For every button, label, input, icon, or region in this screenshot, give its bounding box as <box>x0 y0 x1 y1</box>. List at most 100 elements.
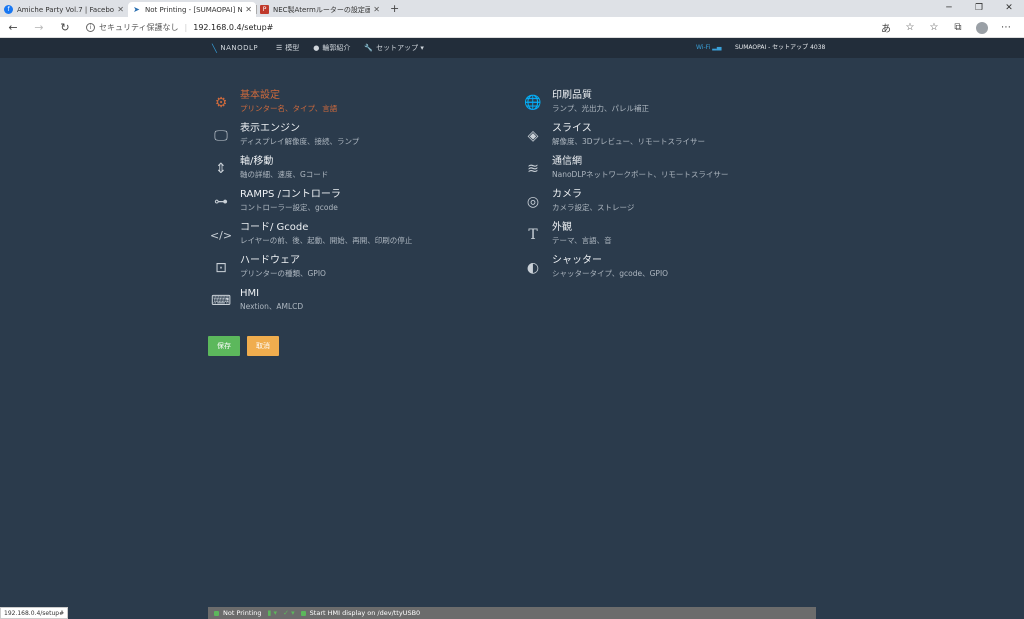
translate-icon[interactable]: あ <box>874 20 898 35</box>
setting-subtitle: 解像度、3Dプレビュー、リモートスライサー <box>552 137 705 146</box>
url-field[interactable]: i セキュリティ保護なし | 192.168.0.4/setup# <box>86 22 273 33</box>
menu-item-setup[interactable]: 🔧 セットアップ ▾ <box>364 43 423 53</box>
contrast-icon: ◐ <box>526 260 540 276</box>
setting-title: 基本設定 <box>240 90 280 101</box>
gear-icon: ⚙ <box>214 95 228 111</box>
setting-title: 通信網 <box>552 156 582 167</box>
setting-subtitle: シャッタータイプ、gcode、GPIO <box>552 269 669 278</box>
menu-item-profiles[interactable]: ● 輪郭紹介 <box>313 43 350 53</box>
setting-title: カメラ <box>552 189 582 200</box>
close-tab-icon[interactable]: ✕ <box>373 5 380 14</box>
brand-name: NANODLP <box>220 44 259 52</box>
setting-subtitle: ディスプレイ解像度、接続、ランプ <box>240 137 360 146</box>
setting-subtitle: NanoDLPネットワークポート、リモートスライサー <box>552 170 729 179</box>
setting-title: ハードウェア <box>240 255 300 266</box>
setting-subtitle: コントローラー設定、gcode <box>240 203 338 212</box>
url-separator: | <box>184 22 188 32</box>
star-icon[interactable]: ☆ <box>898 22 922 33</box>
setting-axis[interactable]: ⇕ 軸/移動 軸の詳細、速度、Gコード <box>210 156 510 186</box>
status-footer: Not Printing ▮ ▾ ✓ ▾ Start HMI display o… <box>208 607 816 619</box>
info-icon[interactable]: i <box>86 22 95 32</box>
close-tab-icon[interactable]: ✕ <box>245 5 252 14</box>
browser-tab-aterm[interactable]: P NEC製Atermルーターの設定画面 ✕ <box>256 2 384 17</box>
tab-title: Not Printing - [SUMAOPAI] Nano <box>145 5 243 14</box>
setting-ramps[interactable]: ⊶ RAMPS /コントローラ コントローラー設定、gcode <box>210 189 510 219</box>
chip-icon: ⊡ <box>215 260 227 276</box>
wifi-indicator[interactable]: Wi-Fi ▂▄ <box>696 38 721 58</box>
refresh-icon[interactable]: ↻ <box>52 21 78 34</box>
setting-subtitle: カメラ設定、ストレージ <box>552 203 635 212</box>
layers-icon: ◈ <box>527 128 539 144</box>
setting-subtitle: プリンターの種類、GPIO <box>240 269 326 278</box>
avatar[interactable] <box>976 21 988 34</box>
battery-icon: ▮ ▾ <box>267 609 278 617</box>
drop-icon: ● <box>313 44 320 52</box>
message-dot-icon <box>300 610 306 616</box>
browser-tab-facebook[interactable]: f Amiche Party Vol.7 | Facebook ✕ <box>0 2 128 17</box>
favorites-icon[interactable]: ☆ <box>922 22 946 33</box>
setting-display-engine[interactable]: 🖵 表示エンジン ディスプレイ解像度、接続、ランプ <box>210 123 510 153</box>
setting-hardware[interactable]: ⊡ ハードウェアプリンターの種類、GPIO <box>210 255 510 285</box>
address-bar: ← → ↻ i セキュリティ保護なし | 192.168.0.4/setup# … <box>0 17 1024 38</box>
forward-icon[interactable]: → <box>26 21 52 34</box>
camera-icon: ◎ <box>526 194 540 210</box>
aterm-icon: P <box>260 5 269 14</box>
new-tab-button[interactable]: + <box>390 2 399 17</box>
main-menu: ☰ 模型 ● 輪郭紹介 🔧 セットアップ ▾ <box>276 38 438 58</box>
list-icon: ☰ <box>276 44 283 52</box>
menu-label: セットアップ ▾ <box>376 44 424 52</box>
close-window-icon[interactable]: ✕ <box>994 0 1024 16</box>
cancel-button[interactable]: 取消 <box>247 336 279 356</box>
setting-subtitle: Nextion、AMLCD <box>240 302 304 311</box>
tab-title: Amiche Party Vol.7 | Facebook <box>17 5 115 14</box>
setting-title: コード/ Gcode <box>240 222 309 233</box>
updown-icon: ⇕ <box>215 161 227 177</box>
back-icon[interactable]: ← <box>0 21 26 34</box>
window-controls: ─ ❐ ✕ <box>934 0 1024 16</box>
status-dot-icon <box>214 610 219 616</box>
setting-print-quality[interactable]: 🌐 印刷品質 ランプ、光出力、パレル補正 <box>522 90 822 120</box>
setting-title: RAMPS /コントローラ <box>240 189 341 200</box>
status-message-text: Start HMI display on /dev/ttyUSB0 <box>309 609 421 617</box>
facebook-icon: f <box>4 5 13 14</box>
setting-basic[interactable]: ⚙ 基本設定 プリンター名、タイプ、言語 <box>210 90 510 120</box>
menu-item-models[interactable]: ☰ 模型 <box>276 43 299 53</box>
setting-network[interactable]: ≋ 通信網 NanoDLPネットワークポート、リモートスライサー <box>522 156 822 186</box>
status-message: Start HMI display on /dev/ttyUSB0 <box>300 609 421 617</box>
setting-camera[interactable]: ◎ カメラカメラ設定、ストレージ <box>522 189 822 219</box>
collections-icon[interactable]: ⧉ <box>946 22 970 33</box>
save-button[interactable]: 保存 <box>208 336 240 356</box>
nanodlp-icon: ➤ <box>133 5 140 14</box>
code-icon: </> <box>209 228 233 242</box>
restore-icon[interactable]: ❐ <box>964 0 994 16</box>
form-actions: 保存 取消 <box>208 336 286 356</box>
printer-state: Not Printing <box>214 609 261 617</box>
device-name[interactable]: SUMAOPAI - セットアップ 4038 <box>735 38 825 58</box>
setting-appearance[interactable]: T 外観 テーマ、言語、音 <box>522 222 822 252</box>
setting-title: シャッター <box>552 255 602 266</box>
app-navbar: ╲ NANODLP ☰ 模型 ● 輪郭紹介 🔧 セットアップ ▾ Wi-Fi ▂… <box>0 38 1024 58</box>
more-icon[interactable]: ⋯ <box>994 22 1018 33</box>
menu-label: 模型 <box>285 44 300 52</box>
setting-shutter[interactable]: ◐ シャッターシャッタータイプ、gcode、GPIO <box>522 255 822 285</box>
setting-slice[interactable]: ◈ スライス 解像度、3Dプレビュー、リモートスライサー <box>522 123 822 153</box>
minimize-icon[interactable]: ─ <box>934 0 964 16</box>
menu-label: 輪郭紹介 <box>322 44 351 52</box>
setting-subtitle: レイヤーの前、後、起動、開始、再開、印刷の停止 <box>240 236 413 245</box>
brand-logo[interactable]: ╲ NANODLP <box>212 38 258 58</box>
browser-tab-nanodlp[interactable]: ➤ Not Printing - [SUMAOPAI] Nano ✕ <box>128 2 256 17</box>
setting-title: 印刷品質 <box>552 90 592 101</box>
url-text[interactable]: 192.168.0.4/setup# <box>193 23 273 32</box>
close-tab-icon[interactable]: ✕ <box>117 5 124 14</box>
globe-icon: 🌐 <box>524 95 542 111</box>
hover-url-status: 192.168.0.4/setup# <box>0 607 69 619</box>
setting-title: 表示エンジン <box>240 123 300 134</box>
sitemap-icon: ⊶ <box>214 194 228 210</box>
printer-state-label: Not Printing <box>223 609 262 617</box>
check-icon: ✓ ▾ <box>283 609 295 617</box>
signal-icon: ▂▄ <box>712 44 722 51</box>
setting-title: 外観 <box>552 222 572 233</box>
setting-hmi[interactable]: ⌨ HMI Nextion、AMLCD <box>210 288 510 318</box>
nanodlp-logo-icon: ╲ <box>212 43 218 53</box>
setting-gcode[interactable]: </> コード/ Gcode レイヤーの前、後、起動、開始、再開、印刷の停止 <box>210 222 510 252</box>
